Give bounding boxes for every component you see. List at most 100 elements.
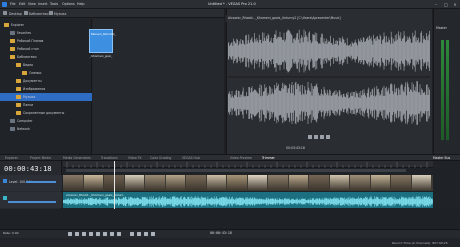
menu-view[interactable]: View [28, 2, 36, 6]
tab-video-preview[interactable]: Video Preview [230, 156, 252, 160]
tab-vegas-hub[interactable]: VEGAS Hub [182, 156, 200, 160]
loop-region-bar[interactable] [66, 169, 406, 172]
snap-icon[interactable] [151, 231, 155, 236]
tree-item[interactable]: Изображения [0, 85, 92, 93]
tree-item[interactable]: Рабочий Планов [0, 37, 92, 45]
close-icon[interactable]: × [451, 2, 459, 8]
video-frame-thumbnail [350, 175, 370, 191]
pause-icon[interactable] [96, 231, 100, 236]
menu-file[interactable]: File [10, 2, 16, 6]
folder-icon [16, 110, 21, 115]
tab-master-bus[interactable]: Master Bus [433, 156, 450, 160]
tab-project-media[interactable]: Project Media [30, 156, 51, 160]
menu-tools[interactable]: Tools [50, 2, 58, 6]
tree-item-label: Computer [17, 118, 33, 123]
menu-insert[interactable]: Insert [38, 2, 47, 6]
video-frame-thumbnail [83, 175, 103, 191]
folder-icon [16, 94, 21, 99]
tree-item[interactable]: Computer [0, 117, 92, 125]
playhead-cursor[interactable] [114, 161, 115, 211]
tree-item[interactable]: Рабочий стол [0, 45, 92, 53]
tree-item-label: Снимки [29, 70, 42, 75]
tree-item[interactable]: Библиотеки [0, 53, 92, 61]
status-bar [0, 238, 460, 247]
audio-track-header[interactable] [0, 192, 62, 208]
video-frame-thumbnail [309, 175, 329, 191]
video-frame-thumbnail [247, 175, 267, 191]
transport-time: 00:00:43:18 [210, 231, 232, 235]
play-icon[interactable] [308, 135, 312, 139]
video-frame-thumbnail [329, 175, 349, 191]
tree-item[interactable]: Network [0, 125, 92, 133]
tab-color-grading[interactable]: Color Grading [150, 156, 171, 160]
go-to-end-icon[interactable] [117, 231, 121, 236]
tab-video-fx[interactable]: Video FX [128, 156, 142, 160]
folder-icon [24, 11, 28, 15]
file-name[interactable]: _Khomeni_goal_ [88, 54, 114, 58]
menu-edit[interactable]: Edit [19, 2, 25, 6]
loop-icon[interactable] [320, 135, 324, 139]
tree-item-label: Документы [23, 78, 42, 83]
tree-item[interactable]: Снимки [0, 69, 92, 77]
stop-icon[interactable] [314, 135, 318, 139]
vegas-pro-window: File Edit View Insert Tools Options Help… [0, 0, 460, 247]
trimmer-waveform[interactable] [228, 25, 430, 131]
folder-icon [22, 70, 27, 75]
tab-transitions[interactable]: Transitions [101, 156, 118, 160]
tab-media-generators[interactable]: Media Generators [63, 156, 91, 160]
menu-help[interactable]: Help [77, 2, 85, 6]
tree-item[interactable]: Сохраненные документы [0, 109, 92, 117]
menu-options[interactable]: Options [62, 2, 75, 6]
video-frame-thumbnail [370, 175, 390, 191]
trim-icon[interactable] [144, 231, 148, 236]
tree-item-label: Favorites [17, 30, 31, 35]
tree-item-label: Библиотеки [17, 54, 37, 59]
minimize-icon[interactable]: – [432, 2, 440, 8]
star-icon [10, 30, 15, 35]
timeline-empty-area[interactable] [0, 209, 460, 229]
window-title: Untitled * - VEGAS Pro 21.0 [208, 2, 256, 7]
network-icon [10, 126, 15, 131]
master-meter-right [446, 40, 449, 140]
folder-icon [10, 54, 15, 59]
tree-item-label: Изображения [23, 86, 46, 91]
tree-item[interactable]: Favorites [0, 29, 92, 37]
video-frame-thumbnail [268, 175, 288, 191]
play-icon[interactable] [89, 231, 93, 236]
breadcrumb-music[interactable]: Музыка [54, 12, 66, 16]
folder-icon [16, 62, 21, 67]
tree-item-label: Видео [23, 62, 34, 67]
loop-playback-icon[interactable] [75, 231, 79, 236]
waveform-path [228, 81, 430, 125]
volume-slider[interactable] [8, 201, 56, 203]
video-frame-thumbnail [227, 175, 247, 191]
video-frame-thumbnail [145, 175, 165, 191]
tree-item[interactable]: Документы [0, 77, 92, 85]
master-meter-left [441, 40, 444, 140]
folder-icon [10, 38, 15, 43]
normal-edit-tool-icon[interactable] [130, 231, 134, 236]
stop-icon[interactable] [103, 231, 107, 236]
split-icon[interactable] [137, 231, 141, 236]
add-to-timeline-icon[interactable] [326, 135, 330, 139]
tree-item-label: Рабочий Планов [17, 38, 44, 43]
folder-icon [49, 11, 53, 15]
maximize-icon[interactable]: □ [442, 2, 450, 8]
level-slider[interactable] [26, 181, 56, 183]
breadcrumb-libraries[interactable]: Библиотеки [29, 12, 49, 16]
tree-item[interactable]: Папки [0, 101, 92, 109]
go-to-start-icon[interactable] [110, 231, 114, 236]
play-from-start-icon[interactable] [82, 231, 86, 236]
video-frame-thumbnail [391, 175, 411, 191]
tab-explorer[interactable]: Explorer [5, 156, 18, 160]
tab-trimmer[interactable]: Trimmer [262, 156, 275, 160]
back-icon[interactable] [3, 11, 7, 15]
tree-item[interactable]: Музыка [0, 93, 92, 101]
tree-item[interactable]: Explorer [0, 21, 92, 29]
record-icon[interactable] [68, 231, 72, 236]
vegas-logo-icon [2, 2, 7, 7]
breadcrumb-desktop[interactable]: Desktop [9, 12, 22, 16]
tree-item-label: Сохраненные документы [23, 110, 65, 115]
tree-item[interactable]: Видео [0, 61, 92, 69]
trimmer-file-path: Alcaonic_Rhodd..._Khomeni_goals_Unturny2… [228, 16, 341, 20]
